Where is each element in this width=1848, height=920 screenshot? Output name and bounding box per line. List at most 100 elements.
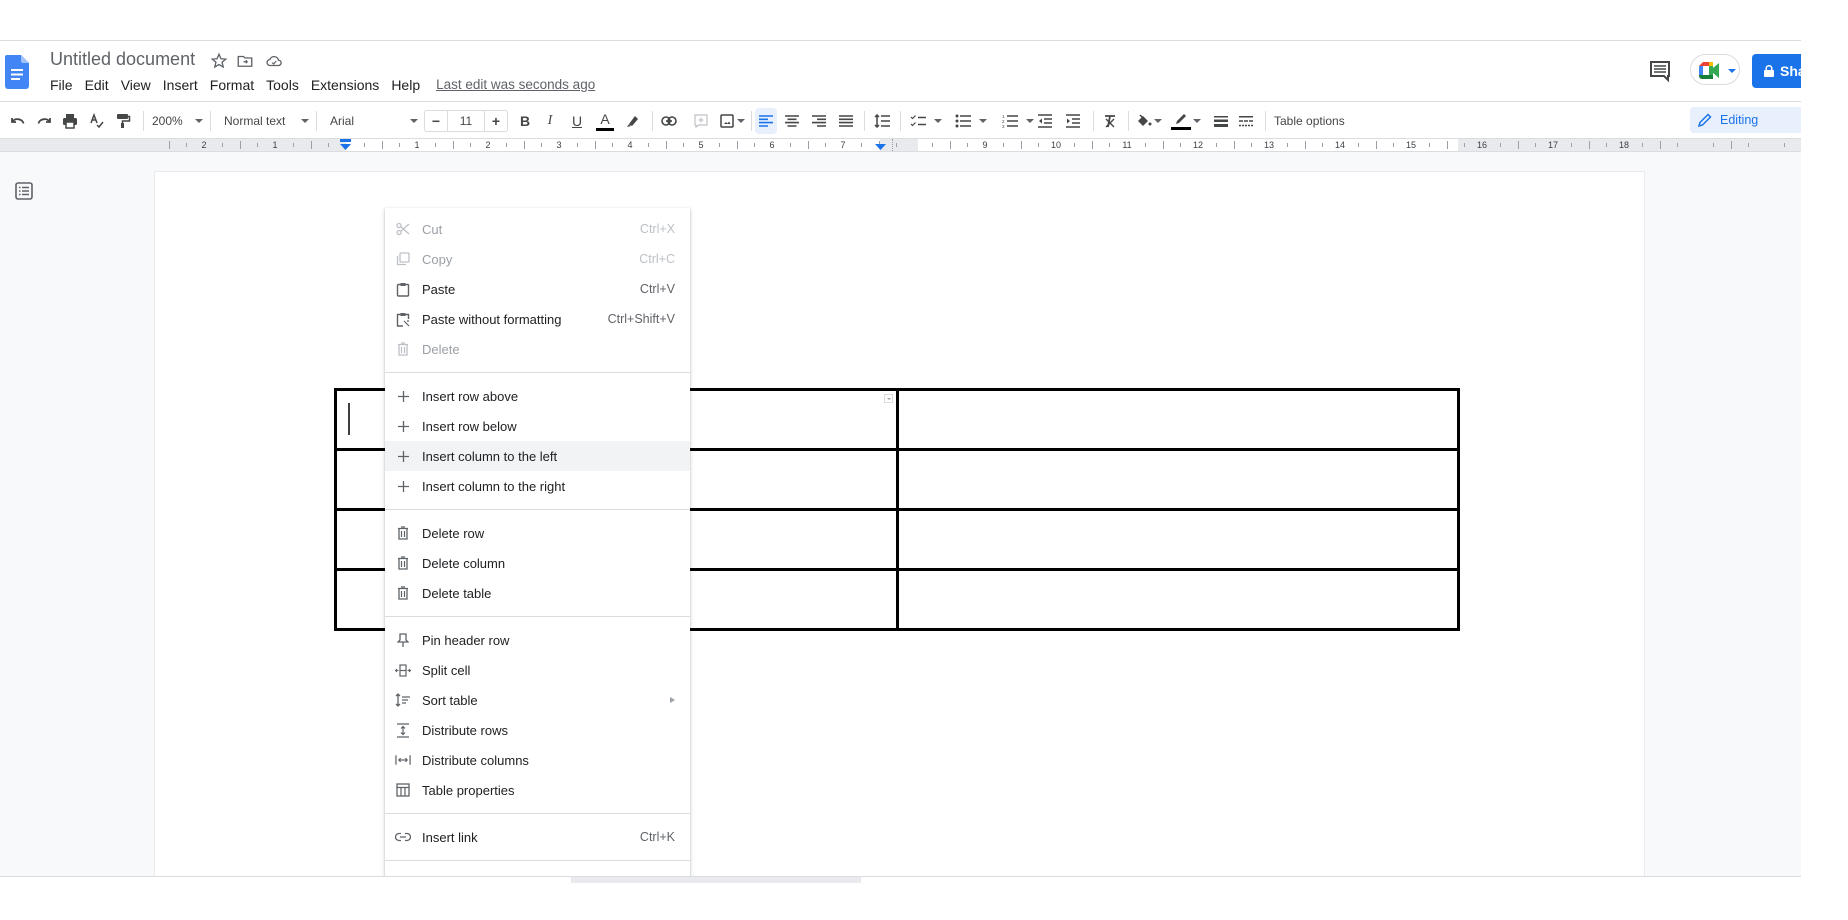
ruler-tick [577,143,578,147]
bulleted-list-button[interactable] [951,110,991,132]
decrease-indent-button[interactable] [1035,110,1055,132]
menu-item-table-properties[interactable]: Table properties [385,775,690,805]
zoom-select[interactable]: 200% [152,110,207,132]
menu-item-insert-column-to-the-left[interactable]: Insert column to the left [385,441,690,471]
comment-history-icon[interactable] [1648,59,1672,83]
menu-tools[interactable]: Tools [260,75,305,95]
star-icon[interactable] [210,52,228,70]
checklist-button[interactable] [906,110,946,132]
table-cell[interactable] [895,388,1460,451]
table-cell[interactable] [895,448,1460,511]
horizontal-scrollbar[interactable] [571,877,861,883]
menu-item-insert-column-to-the-right[interactable]: Insert column to the right [385,471,690,501]
spellcheck-button[interactable] [87,110,107,132]
justify-button[interactable] [836,110,856,132]
chevron-down-icon [979,119,987,123]
text-color-button[interactable]: A [595,110,615,132]
border-width-button[interactable] [1211,110,1231,132]
menu-item-cut: Cut Ctrl+X [385,214,690,244]
menu-item-view-more-actions[interactable]: View more actions [385,869,690,876]
ruler-tick [541,143,542,147]
border-color-button[interactable] [1170,110,1202,132]
style-select[interactable]: Normal text [224,110,312,132]
font-select[interactable]: Arial [330,110,418,132]
menu-item-delete-table[interactable]: Delete table [385,578,690,608]
menu-view[interactable]: View [115,75,157,95]
italic-button[interactable]: I [542,110,558,132]
menu-insert[interactable]: Insert [157,75,204,95]
font-size-input[interactable]: 11 [447,111,485,131]
clear-formatting-button[interactable] [1100,110,1120,132]
insert-image-button[interactable] [718,110,746,132]
font-size-stepper: − 11 + [424,110,508,132]
print-button[interactable] [60,110,80,132]
menu-item-insert-link[interactable]: Insert link Ctrl+K [385,822,690,852]
text-cursor [348,403,350,435]
ruler-tick [1305,141,1306,149]
menu-item-delete-column[interactable]: Delete column [385,548,690,578]
cloud-saved-icon[interactable] [265,52,283,70]
ruler-tick [825,143,826,147]
numbered-list-button[interactable]: 123 [998,110,1038,132]
menu-item-sort-table[interactable]: Sort table [385,685,690,715]
toolbar-separator [900,111,901,131]
document-outline-icon[interactable] [14,181,34,201]
last-edit-link[interactable]: Last edit was seconds ago [436,75,595,95]
left-indent-marker-icon[interactable] [339,139,352,151]
menu-item-paste[interactable]: Paste Ctrl+V [385,274,690,304]
cell-menu-chip[interactable] [884,394,893,403]
menu-item-label: Delete table [422,585,492,601]
share-button[interactable]: Share [1752,54,1801,88]
editing-mode-button[interactable]: Editing [1690,107,1801,133]
right-indent-marker-icon[interactable] [874,140,887,151]
menu-item-insert-row-above[interactable]: Insert row above [385,381,690,411]
decrease-indent-icon [1038,114,1052,128]
highlight-button[interactable] [624,110,642,132]
menu-item-distribute-columns[interactable]: Distribute columns [385,745,690,775]
redo-button[interactable] [34,110,54,132]
line-spacing-button[interactable] [872,110,892,132]
menu-item-paste-without-formatting[interactable]: Paste without formatting Ctrl+Shift+V [385,304,690,334]
underline-button[interactable]: U [569,110,585,132]
table-options-button[interactable]: Table options [1274,110,1354,132]
meet-button[interactable] [1690,54,1740,85]
menu-extensions[interactable]: Extensions [305,75,385,95]
toolbar-separator [316,111,317,131]
menu-edit[interactable]: Edit [79,75,115,95]
menu-item-delete-row[interactable]: Delete row [385,518,690,548]
align-right-button[interactable] [809,110,829,132]
ruler-tick [169,141,170,149]
ruler-tick [1748,143,1749,147]
insert-link-button[interactable] [659,110,679,132]
column-boundary-handle[interactable] [892,139,894,151]
link-icon [661,116,677,126]
menu-help[interactable]: Help [385,75,426,95]
docs-logo-icon[interactable] [5,55,29,89]
undo-button[interactable] [8,110,28,132]
document-page[interactable] [155,172,1644,876]
menu-file[interactable]: File [44,75,79,95]
add-comment-button[interactable] [692,110,710,132]
menu-item-insert-row-below[interactable]: Insert row below [385,411,690,441]
paint-format-button[interactable] [113,110,133,132]
table-cell[interactable] [895,508,1460,571]
decrease-font-size-button[interactable]: − [425,113,447,129]
increase-font-size-button[interactable]: + [485,113,507,129]
align-left-button[interactable] [755,108,777,134]
border-dash-button[interactable] [1236,110,1256,132]
ruler-tick [683,143,684,147]
table-cell[interactable] [895,568,1460,631]
move-to-folder-icon[interactable] [236,52,254,70]
menu-item-distribute-rows[interactable]: Distribute rows [385,715,690,745]
ruler[interactable]: 2 1 1 2 3 4 5 6 7 9 10 11 12 13 14 15 16 17 18 [0,138,1801,152]
zoom-value: 200% [152,114,183,128]
doc-title[interactable]: Untitled document [50,49,195,70]
menu-item-pin-header-row[interactable]: Pin header row [385,625,690,655]
cell-background-color-button[interactable] [1134,110,1164,132]
increase-indent-button[interactable] [1063,110,1083,132]
menu-format[interactable]: Format [204,75,260,95]
align-center-button[interactable] [782,110,802,132]
bold-button[interactable]: B [517,110,533,132]
menu-item-split-cell[interactable]: Split cell [385,655,690,685]
ruler-number: 15 [1405,140,1417,150]
